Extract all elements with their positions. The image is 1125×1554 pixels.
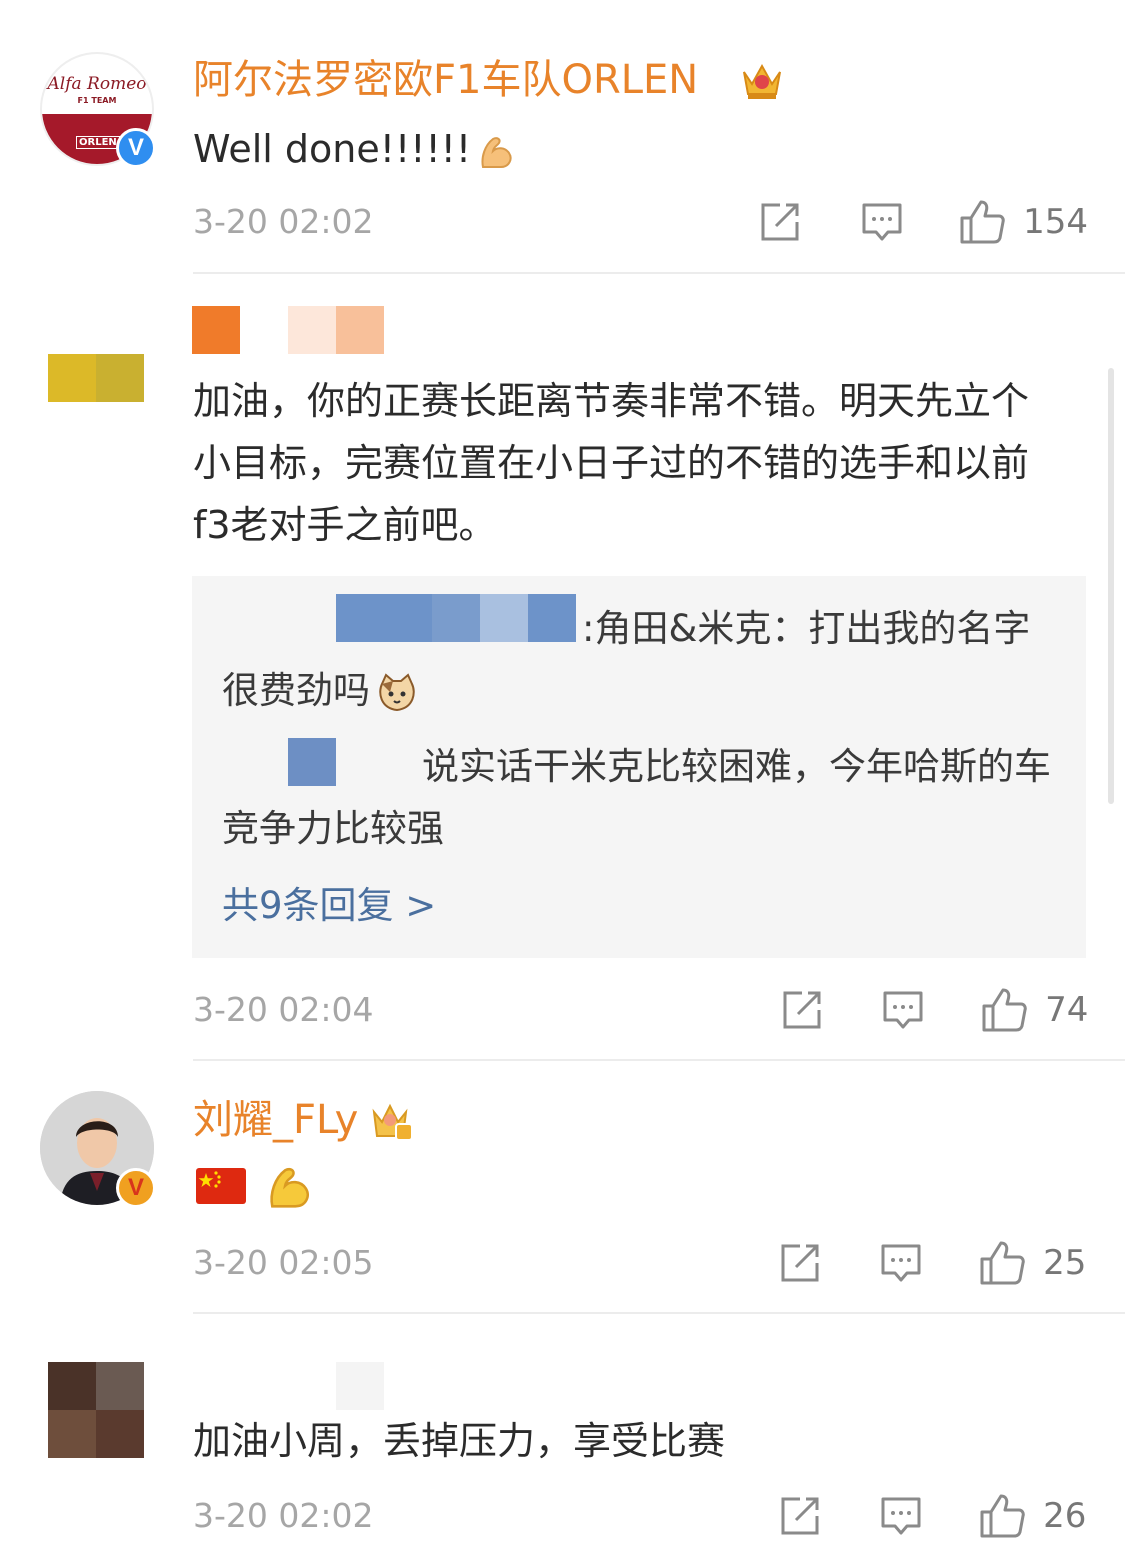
avatar-blurred[interactable] (48, 1362, 144, 1458)
avatar-blurred[interactable] (48, 354, 144, 402)
comment-icon[interactable] (881, 988, 925, 1032)
username-alfa-romeo[interactable]: 阿尔法罗密欧F1车队ORLEN (193, 56, 698, 104)
like-button[interactable]: 25 (978, 1239, 1086, 1287)
like-icon (980, 986, 1028, 1034)
crown-level-badge-icon (370, 1098, 416, 1142)
comment-text: 加油小周，丢掉压力，享受比赛 (193, 1419, 726, 1463)
reply-text: 说实话干米克比较困难，今年哈斯的车竞争力比较强 (222, 745, 1051, 850)
comment-text: Well done!!!!!! (193, 118, 517, 180)
comment-icon[interactable] (879, 1494, 923, 1538)
repost-icon[interactable] (778, 1241, 822, 1285)
like-count: 25 (1043, 1243, 1087, 1283)
comment-time: 3-20 02:05 (193, 1243, 374, 1282)
china-flag-icon (196, 1168, 246, 1204)
verified-badge-icon: V (116, 128, 156, 168)
flexed-biceps-icon (262, 1160, 316, 1214)
avatar-sub-text: F1 TEAM (77, 96, 117, 105)
like-button[interactable]: 154 (958, 198, 1088, 246)
repost-icon[interactable] (758, 200, 802, 244)
like-icon (958, 198, 1006, 246)
comment-text: 加油，你的正赛长距离节奏非常不错。明天先立个小目标，完赛位置在小日子过的不错的选… (193, 379, 1030, 547)
username-blurred[interactable] (192, 306, 392, 354)
repost-icon[interactable] (778, 1494, 822, 1538)
avatar-sponsor-text: ORLEN (76, 136, 120, 149)
like-count: 74 (1045, 990, 1089, 1030)
reply-text: :角田&米克：打出我的名字很费劲吗 (222, 607, 1031, 714)
verified-badge-icon: V (116, 1168, 156, 1208)
divider (193, 272, 1125, 274)
like-icon (978, 1239, 1026, 1287)
crown-badge-icon (740, 58, 784, 102)
username-liu-yao[interactable]: 刘耀_FLy (193, 1096, 358, 1144)
scrollbar[interactable] (1108, 368, 1114, 804)
repost-icon[interactable] (780, 988, 824, 1032)
divider (193, 1059, 1125, 1061)
comment-icon[interactable] (860, 200, 904, 244)
username-blurred[interactable] (336, 1362, 384, 1410)
comment-icon[interactable] (879, 1241, 923, 1285)
more-replies-link[interactable]: 共9条回复 > (222, 882, 436, 930)
reply-box[interactable]: :角田&米克：打出我的名字很费劲吗 说实话干米克比较困难，今年哈斯的车竞争力比较… (192, 576, 1086, 958)
avatar-logo-text: Alfa Romeo (47, 74, 147, 94)
like-button[interactable]: 26 (978, 1492, 1086, 1540)
cat-face-icon (376, 672, 418, 714)
like-button[interactable]: 74 (980, 986, 1088, 1034)
like-count: 154 (1023, 202, 1088, 242)
like-count: 26 (1043, 1496, 1087, 1536)
comment-time: 3-20 02:04 (193, 990, 374, 1029)
divider (193, 1312, 1125, 1314)
like-icon (978, 1492, 1026, 1540)
comment-time: 3-20 02:02 (193, 1496, 374, 1535)
flexed-biceps-icon (475, 131, 517, 173)
comment-time: 3-20 02:02 (193, 202, 374, 241)
